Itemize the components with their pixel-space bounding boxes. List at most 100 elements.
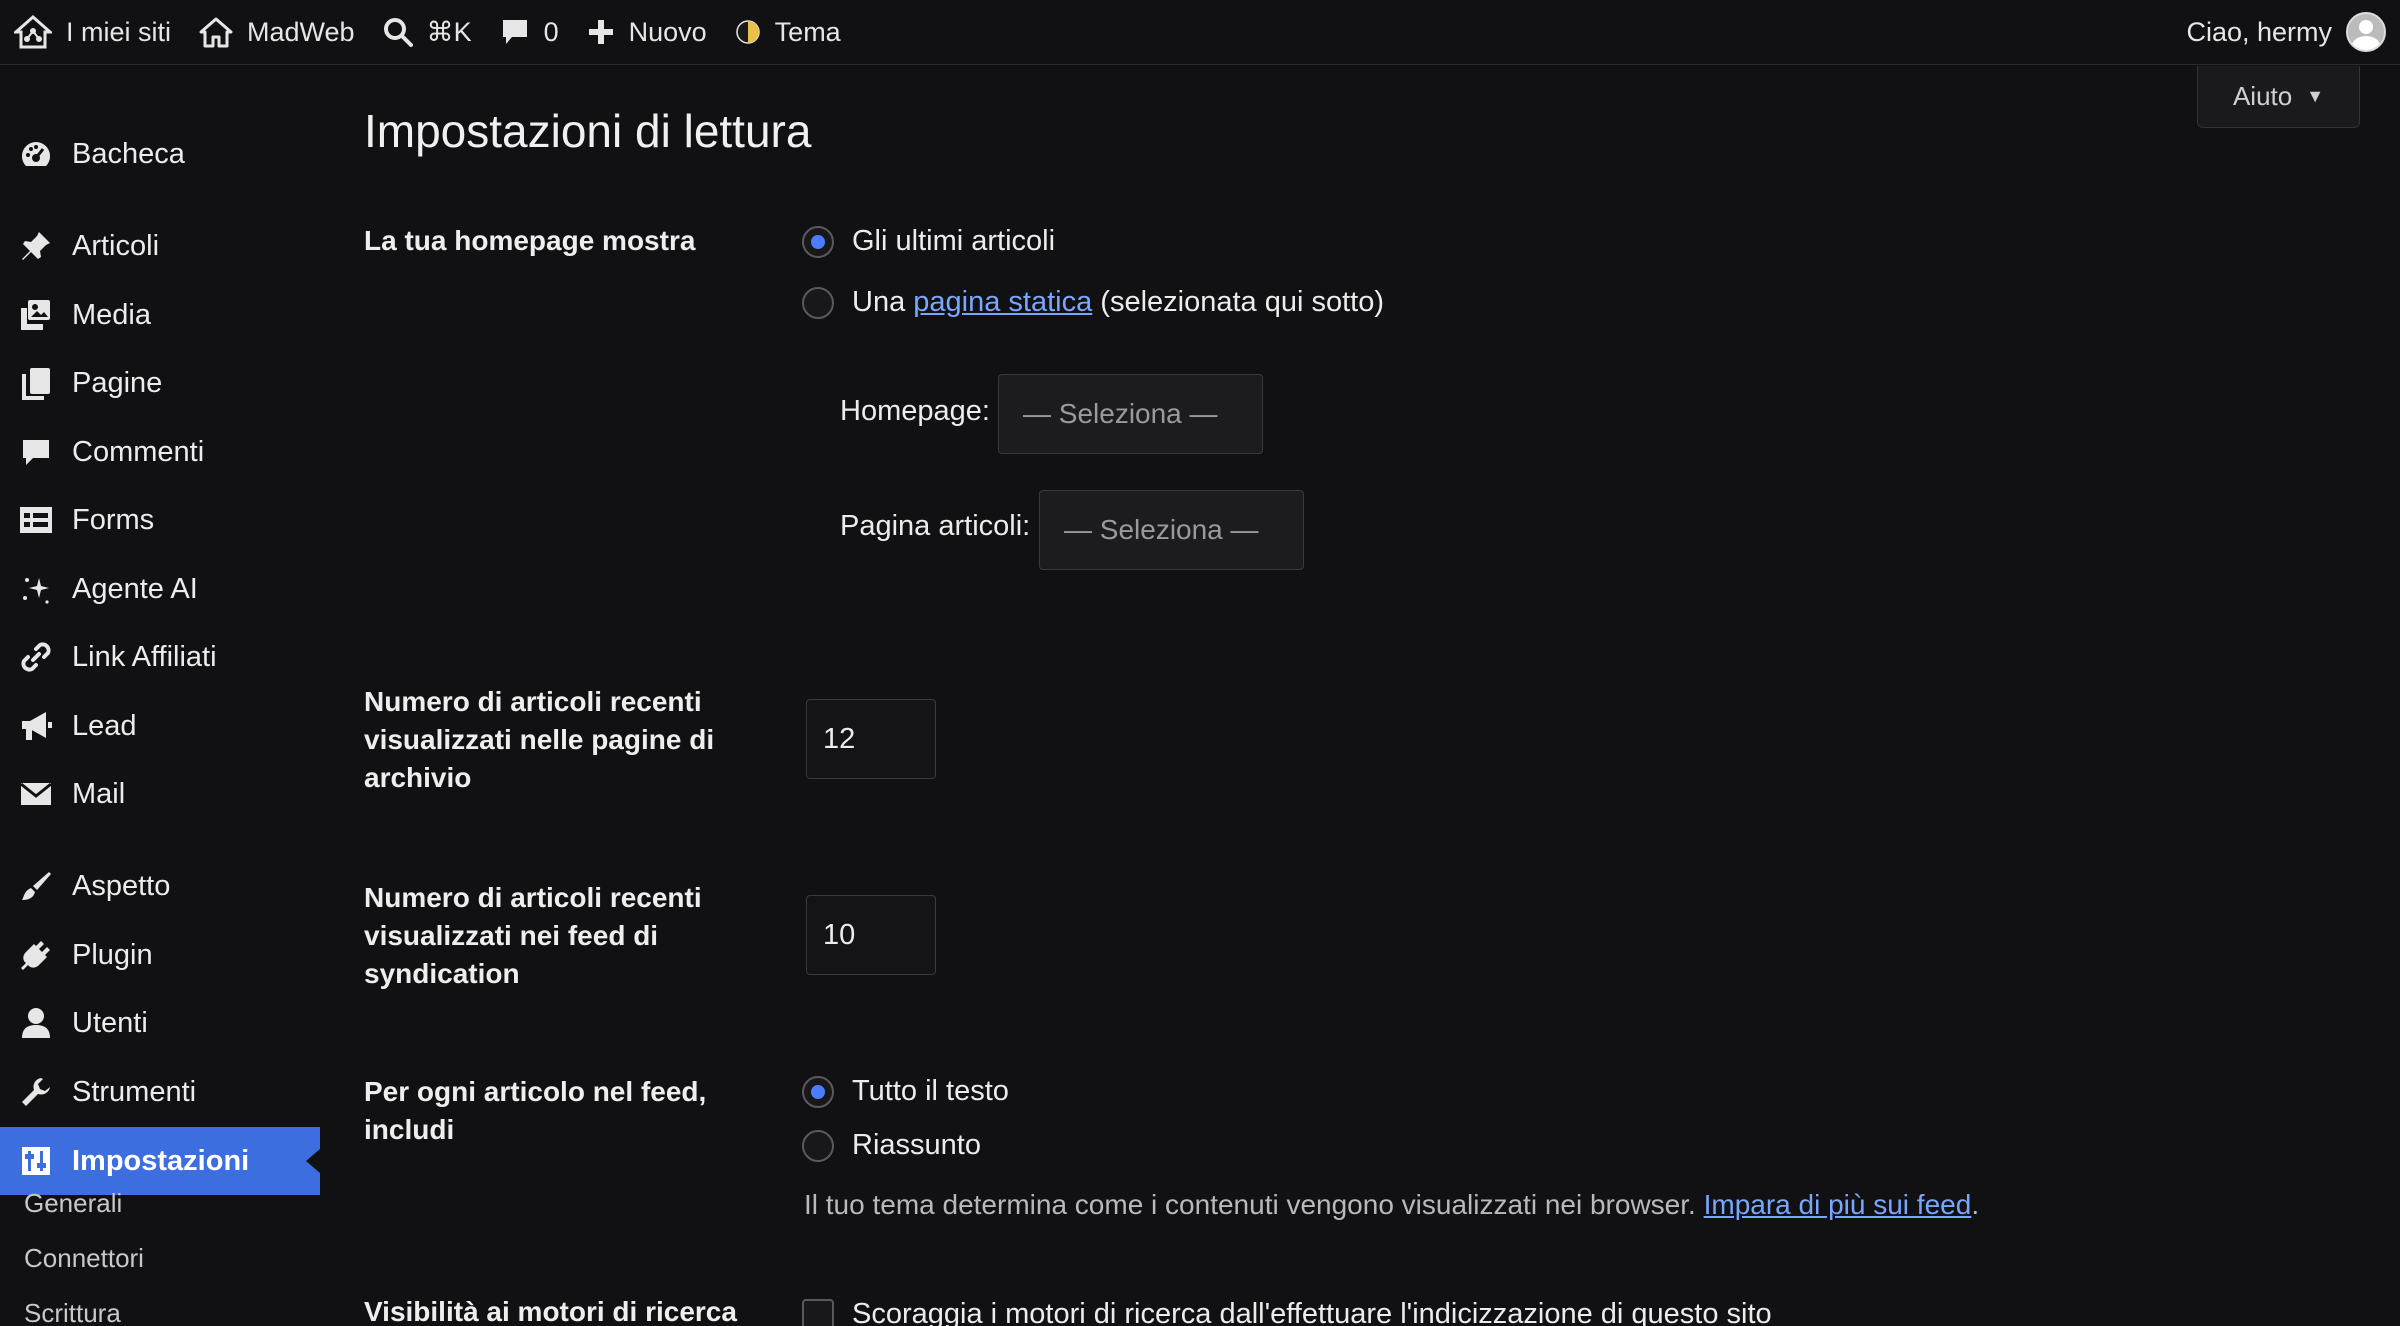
sidebar-item-pagine[interactable]: Pagine [0, 349, 320, 417]
brush-icon [22, 872, 51, 900]
sidebar-item-label: Mail [72, 777, 126, 810]
search-button[interactable]: ⌘K [369, 0, 486, 65]
discourage-search-engines-checkbox[interactable] [802, 1298, 834, 1326]
radio-static-suffix: (selezionata qui sotto) [1100, 286, 1385, 318]
page-title: Impostazioni di lettura [364, 105, 812, 157]
discourage-search-engines[interactable]: Scoraggia i motori di ricerca dall'effet… [802, 1298, 1772, 1326]
search-icon [383, 18, 413, 47]
radio-static-page-input[interactable] [802, 286, 834, 319]
home-icon [199, 17, 233, 48]
plus-icon [588, 20, 613, 44]
feed-description: Il tuo tema determina come i contenuti v… [804, 1189, 1979, 1221]
sidebar-item-plugin[interactable]: Plugin [0, 921, 320, 989]
sidebar-item-strumenti[interactable]: Strumenti [0, 1058, 320, 1126]
pin-icon [22, 232, 50, 260]
radio-summary-input[interactable] [802, 1129, 834, 1162]
static-page-link[interactable]: pagina statica [913, 286, 1092, 319]
plug-icon [21, 941, 50, 970]
avatar [2346, 12, 2386, 52]
sidebar-item-utenti[interactable]: Utenti [0, 989, 320, 1057]
sidebar-item-bacheca[interactable]: Bacheca [0, 120, 320, 188]
submenu-item-connettori[interactable]: Connettori [24, 1243, 144, 1274]
site-name-menu[interactable]: MadWeb [185, 0, 369, 65]
posts-page-select-value: — Seleziona — [1064, 514, 1259, 545]
search-shortcut: ⌘K [426, 16, 472, 47]
theme-label: Tema [774, 16, 841, 47]
radio-static-page[interactable]: Una pagina statica (selezionata qui sott… [802, 286, 1384, 319]
radio-latest-posts[interactable]: Gli ultimi articoli [802, 225, 1055, 258]
user-icon [22, 1008, 50, 1038]
sidebar-item-forms[interactable]: Forms [0, 486, 320, 554]
sidebar-item-label: Pagine [72, 366, 163, 399]
submenu-item-scrittura[interactable]: Scrittura [24, 1298, 121, 1326]
account-menu[interactable]: Ciao, hermy [2186, 0, 2400, 65]
theme-icon [735, 20, 760, 44]
posts-per-rss-input[interactable] [806, 895, 936, 975]
sidebar-item-label: Forms [72, 503, 155, 536]
link-icon [21, 642, 51, 672]
sidebar-item-link-affiliati[interactable]: Link Affiliati [0, 623, 320, 691]
posts-per-page-input[interactable] [806, 699, 936, 779]
sidebar-item-label: Strumenti [72, 1075, 197, 1108]
my-sites-menu[interactable]: I miei siti [0, 0, 185, 65]
radio-full-text-label: Tutto il testo [852, 1075, 1009, 1107]
sidebar-item-label: Media [72, 298, 151, 331]
sidebar-item-label: Agente AI [72, 572, 198, 605]
pages-icon [22, 368, 50, 400]
search-visibility-label: Visibilità ai motori di ricerca [364, 1296, 737, 1326]
wrench-icon [22, 1078, 50, 1106]
my-sites-label: I miei siti [66, 16, 172, 47]
learn-more-feeds-link[interactable]: Impara di più sui feed [1704, 1189, 1972, 1220]
homepage-select-value: — Seleziona — [1023, 398, 1218, 429]
settings-icon [22, 1147, 50, 1175]
sidebar-item-aspetto[interactable]: Aspetto [0, 852, 320, 920]
radio-latest-posts-input[interactable] [802, 225, 834, 258]
help-label: Aiuto [2232, 81, 2293, 111]
comment-icon [502, 20, 527, 44]
new-content-button[interactable]: Nuovo [573, 0, 721, 65]
homepage-setting-label: La tua homepage mostra [364, 225, 696, 256]
greeting: Ciao, hermy [2186, 16, 2332, 47]
posts-per-page-label: Numero di articoli recenti visualizzati … [364, 686, 715, 793]
sidebar-item-mail[interactable]: Mail [0, 760, 320, 828]
feed-description-end: . [1971, 1189, 1980, 1220]
theme-toggle-button[interactable]: Tema [721, 0, 855, 65]
caret-down-icon: ▼ [2306, 86, 2325, 106]
feed-content-label: Per ogni articolo nel feed, includi [364, 1076, 707, 1145]
sidebar-item-articoli[interactable]: Articoli [0, 212, 320, 280]
new-label: Nuovo [628, 16, 707, 47]
comments-button[interactable]: 0 [486, 0, 573, 65]
sidebar-item-label: Lead [72, 709, 137, 742]
admin-sidebar: Bacheca Articoli Media Pagine Commenti F… [0, 66, 320, 1326]
dashboard-icon [21, 142, 51, 166]
homepage-select[interactable]: — Seleziona — [998, 374, 1263, 454]
sidebar-item-commenti[interactable]: Commenti [0, 418, 320, 486]
homepage-field-label: Homepage: [840, 395, 990, 427]
mail-icon [20, 782, 52, 805]
radio-summary[interactable]: Riassunto [802, 1129, 981, 1162]
sidebar-item-media[interactable]: Media [0, 281, 320, 349]
radio-latest-posts-label: Gli ultimi articoli [852, 225, 1056, 257]
admin-bar: I miei siti MadWeb ⌘K 0 Nuovo Tema Ciao, [0, 0, 2400, 65]
sidebar-item-label: Plugin [72, 938, 153, 971]
radio-full-text[interactable]: Tutto il testo [802, 1075, 1009, 1108]
megaphone-icon [22, 712, 52, 740]
site-name-label: MadWeb [247, 16, 355, 47]
posts-page-field-label: Pagina articoli: [840, 510, 1031, 542]
submenu-item-generali[interactable]: Generali [24, 1188, 122, 1219]
help-button[interactable]: Aiuto ▼ [2197, 66, 2360, 128]
sidebar-item-label: Commenti [72, 435, 205, 468]
radio-full-text-input[interactable] [802, 1075, 834, 1108]
radio-static-prefix: Una [852, 286, 906, 318]
sidebar-item-label: Articoli [72, 229, 160, 262]
sidebar-item-label: Aspetto [72, 869, 171, 902]
sidebar-item-label: Link Affiliati [72, 640, 217, 673]
discourage-search-engines-label: Scoraggia i motori di ricerca dall'effet… [852, 1298, 1772, 1326]
posts-per-rss-label: Numero di articoli recenti visualizzati … [364, 882, 702, 989]
comments-count: 0 [543, 16, 559, 47]
sidebar-item-agente-ai[interactable]: Agente AI [0, 555, 320, 623]
sidebar-item-impostazioni[interactable]: Impostazioni [0, 1127, 320, 1195]
posts-page-select[interactable]: — Seleziona — [1039, 490, 1304, 570]
sidebar-item-lead[interactable]: Lead [0, 692, 320, 760]
media-icon [21, 300, 50, 330]
